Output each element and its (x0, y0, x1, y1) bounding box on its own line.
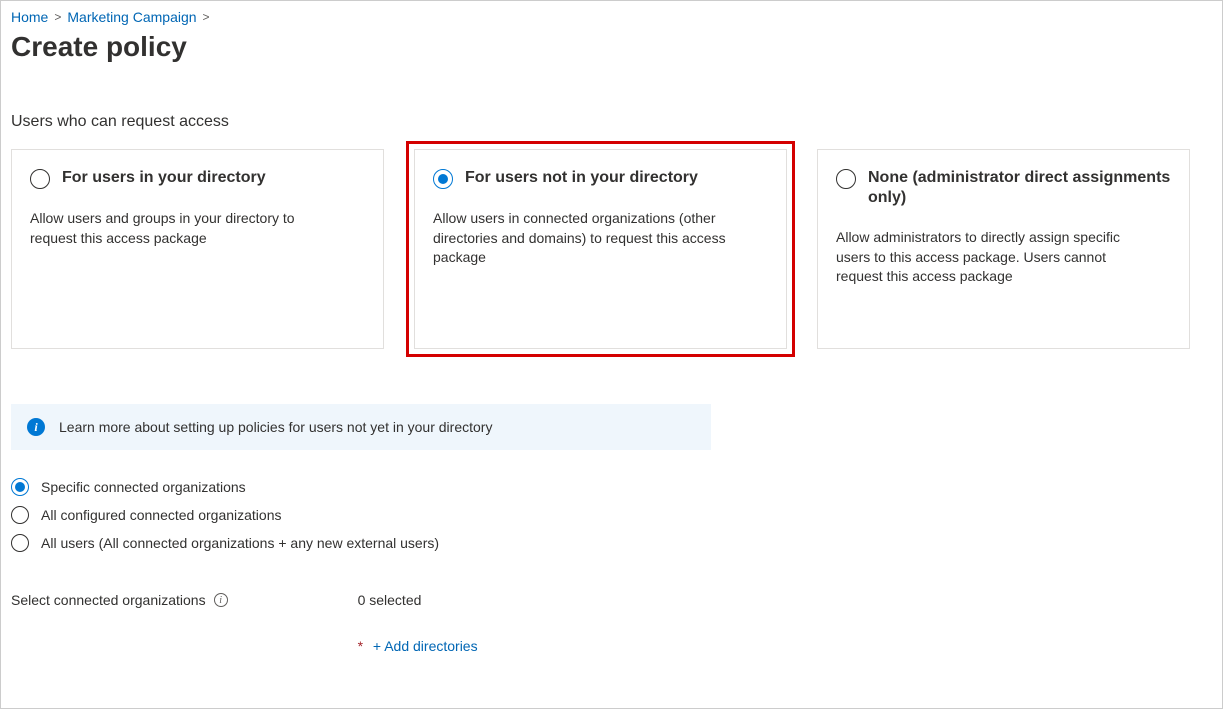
page-title: Create policy (11, 31, 1212, 63)
card-desc: Allow users in connected organizations (… (433, 209, 733, 268)
scope-all-users[interactable]: All users (All connected organizations +… (11, 534, 1212, 552)
connected-orgs-label: Select connected organizations i (11, 592, 228, 608)
breadcrumb: Home > Marketing Campaign > (11, 9, 1212, 25)
chevron-right-icon: > (203, 10, 210, 24)
scope-specific-orgs[interactable]: Specific connected organizations (11, 478, 1212, 496)
radio-icon[interactable] (11, 478, 29, 496)
chevron-right-icon: > (54, 10, 61, 24)
radio-icon[interactable] (433, 169, 453, 189)
card-users-in-directory[interactable]: For users in your directory Allow users … (11, 149, 384, 349)
add-directories-link[interactable]: + Add directories (373, 638, 478, 654)
card-desc: Allow users and groups in your directory… (30, 209, 330, 248)
breadcrumb-home[interactable]: Home (11, 9, 48, 25)
label-text: Select connected organizations (11, 592, 206, 608)
info-icon: i (27, 418, 45, 436)
radio-icon[interactable] (11, 506, 29, 524)
breadcrumb-campaign[interactable]: Marketing Campaign (67, 9, 196, 25)
radio-icon[interactable] (30, 169, 50, 189)
add-directories-row: * + Add directories (358, 638, 478, 654)
radio-label: Specific connected organizations (41, 479, 246, 495)
request-scope-cards: For users in your directory Allow users … (11, 149, 1212, 349)
info-icon[interactable]: i (214, 593, 228, 607)
scope-all-configured[interactable]: All configured connected organizations (11, 506, 1212, 524)
card-users-not-in-directory[interactable]: For users not in your directory Allow us… (414, 149, 787, 349)
radio-icon[interactable] (11, 534, 29, 552)
info-banner[interactable]: i Learn more about setting up policies f… (11, 404, 711, 450)
users-section-label: Users who can request access (11, 113, 1212, 131)
radio-label: All configured connected organizations (41, 507, 282, 523)
card-title: For users in your directory (62, 168, 266, 188)
selected-count: 0 selected (358, 592, 478, 608)
radio-icon[interactable] (836, 169, 856, 189)
info-banner-text: Learn more about setting up policies for… (59, 419, 492, 435)
card-title: For users not in your directory (465, 168, 698, 188)
scope-radio-group: Specific connected organizations All con… (11, 478, 1212, 552)
radio-label: All users (All connected organizations +… (41, 535, 439, 551)
card-title: None (administrator direct assignments o… (868, 168, 1171, 208)
required-asterisk: * (358, 638, 363, 654)
card-desc: Allow administrators to directly assign … (836, 228, 1136, 287)
card-none-admin-only[interactable]: None (administrator direct assignments o… (817, 149, 1190, 349)
